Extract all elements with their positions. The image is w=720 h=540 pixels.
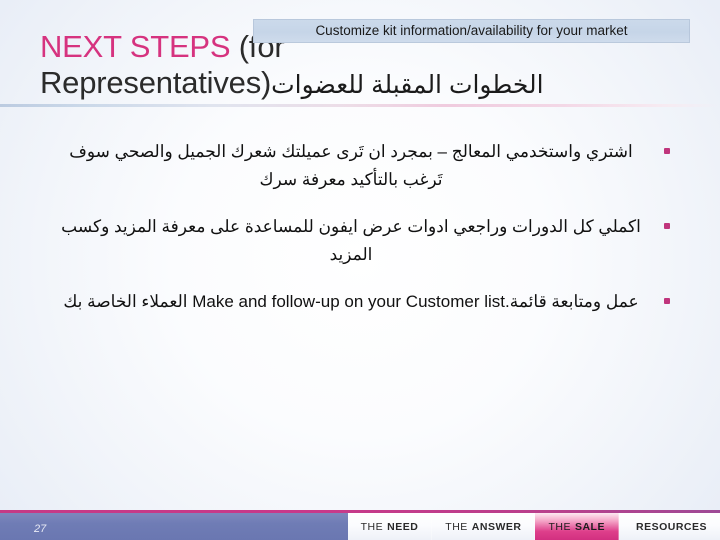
tab-resources-label: RESOURCES [635, 520, 707, 533]
page-number: 27 [34, 523, 47, 535]
footer-nav-tabs: THE NEED THE ANSWER THE SALE RESOURCES [347, 513, 720, 540]
list-item: عمل ومتابعة قائمةMake and follow-up on y… [50, 288, 670, 316]
bullet-3-arabic-lead: عمل ومتابعة قائمة [509, 292, 639, 312]
callout-text: Customize kit information/availability f… [315, 23, 628, 38]
bullet-square-icon [664, 148, 670, 154]
tab-the-answer-label: ANSWER [471, 520, 522, 533]
callout-banner: Customize kit information/availability f… [253, 19, 690, 43]
tab-the-sale-lead: THE [548, 520, 571, 533]
slide-canvas: NEXT STEPS (for Representatives)الخطوات … [0, 0, 720, 540]
tab-resources[interactable]: RESOURCES [618, 513, 720, 540]
list-item: اكملي كل الدورات وراجعي ادوات عرض ايفون … [50, 213, 670, 268]
list-item: اشتري واستخدمي المعالج – بمجرد ان تَرى ع… [50, 138, 670, 193]
tab-the-sale-label: SALE [574, 520, 605, 533]
tab-the-need[interactable]: THE NEED [347, 513, 433, 540]
bullet-3-arabic-tail: العملاء الخاصة بك [63, 292, 188, 312]
bullet-text-2: اكملي كل الدورات وراجعي ادوات عرض ايفون … [61, 217, 641, 264]
bullet-text-1: اشتري واستخدمي المعالج – بمجرد ان تَرى ع… [69, 142, 633, 189]
header-divider [0, 104, 720, 107]
title-line-2: Representatives)الخطوات المقبلة للعضوات [40, 66, 680, 99]
title-representatives-text: Representatives) [40, 65, 272, 101]
tab-the-sale[interactable]: THE SALE [535, 513, 619, 540]
tab-the-answer-lead: THE [445, 520, 468, 533]
title-arabic: الخطوات المقبلة للعضوات [271, 71, 544, 100]
bullet-3-english: Make and follow-up on your Customer list… [192, 292, 510, 312]
tab-the-answer[interactable]: THE ANSWER [432, 513, 536, 540]
bullet-list: اشتري واستخدمي المعالج – بمجرد ان تَرى ع… [50, 138, 670, 336]
bullet-square-icon [664, 298, 670, 305]
bullet-text-3: عمل ومتابعة قائمةMake and follow-up on y… [50, 288, 652, 316]
tab-the-need-label: NEED [387, 520, 419, 533]
bullet-square-icon [664, 223, 670, 230]
tab-the-need-lead: THE [360, 520, 384, 533]
title-next-steps: NEXT STEPS [40, 29, 231, 64]
